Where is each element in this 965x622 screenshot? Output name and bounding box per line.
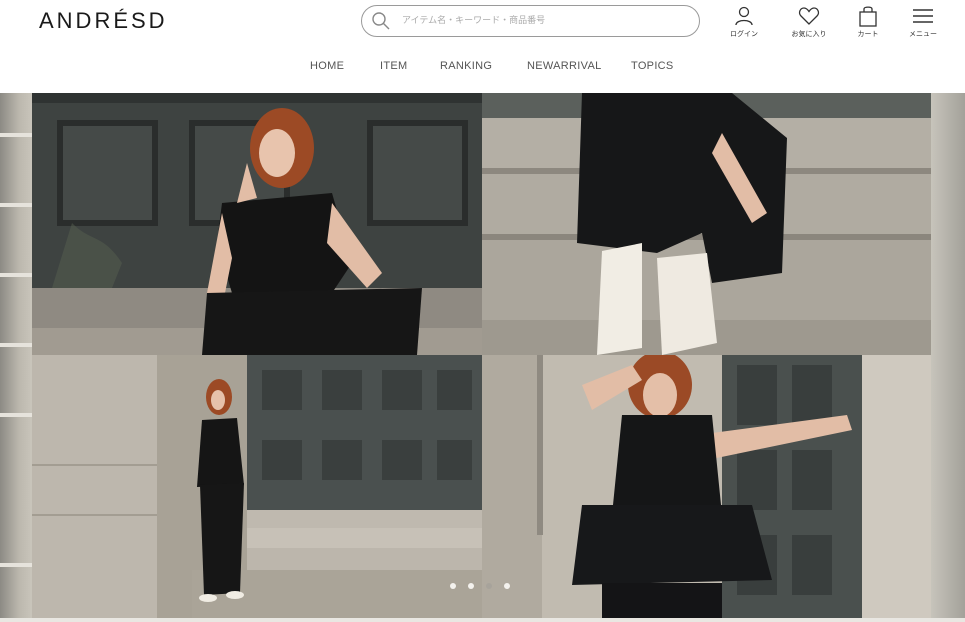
login-label: ログイン — [730, 30, 758, 38]
favorites-button[interactable]: お気に入り — [784, 5, 834, 39]
cart-label: カート — [857, 30, 879, 38]
login-button[interactable]: ログイン — [719, 5, 769, 39]
hero-carousel[interactable] — [0, 93, 965, 618]
search-input[interactable] — [402, 12, 682, 30]
cart-button[interactable]: カート — [843, 5, 893, 39]
menu-button[interactable]: メニュー — [898, 5, 948, 39]
carousel-dot-4[interactable] — [504, 583, 510, 589]
carousel-dot-3[interactable] — [486, 583, 492, 589]
nav-item-newarrival[interactable]: NEWARRIVAL — [527, 60, 602, 72]
carousel-side-right — [931, 93, 965, 618]
nav-item-item[interactable]: ITEM — [380, 60, 407, 72]
carousel-dot-1[interactable] — [450, 583, 456, 589]
hero-image-seated-model — [32, 93, 482, 355]
nav-item-ranking[interactable]: RANKING — [440, 60, 492, 72]
brand-logo[interactable]: ANDRÉSD — [39, 8, 168, 34]
bag-icon — [859, 6, 877, 27]
nav-item-home[interactable]: HOME — [310, 60, 344, 72]
carousel-dot-2[interactable] — [468, 583, 474, 589]
search-bar[interactable] — [361, 5, 700, 37]
nav-item-topics[interactable]: TOPICS — [631, 60, 674, 72]
hamburger-icon — [913, 9, 933, 23]
carousel-side-left — [0, 93, 32, 618]
menu-label: メニュー — [909, 30, 937, 38]
hero-image-peplum-model — [482, 355, 931, 618]
favorites-label: お気に入り — [791, 30, 827, 38]
search-icon[interactable] — [371, 11, 391, 31]
main-nav: HOME ITEM RANKING NEWARRIVAL TOPICS — [0, 60, 965, 76]
user-icon — [735, 6, 753, 26]
site-header: ANDRÉSD ログイン お気に入り カート メニュー — [0, 0, 965, 93]
hero-image-boots — [482, 93, 931, 355]
heart-icon — [798, 7, 820, 25]
page-bottom-strip — [0, 618, 965, 622]
hero-image-standing-model — [32, 355, 482, 618]
